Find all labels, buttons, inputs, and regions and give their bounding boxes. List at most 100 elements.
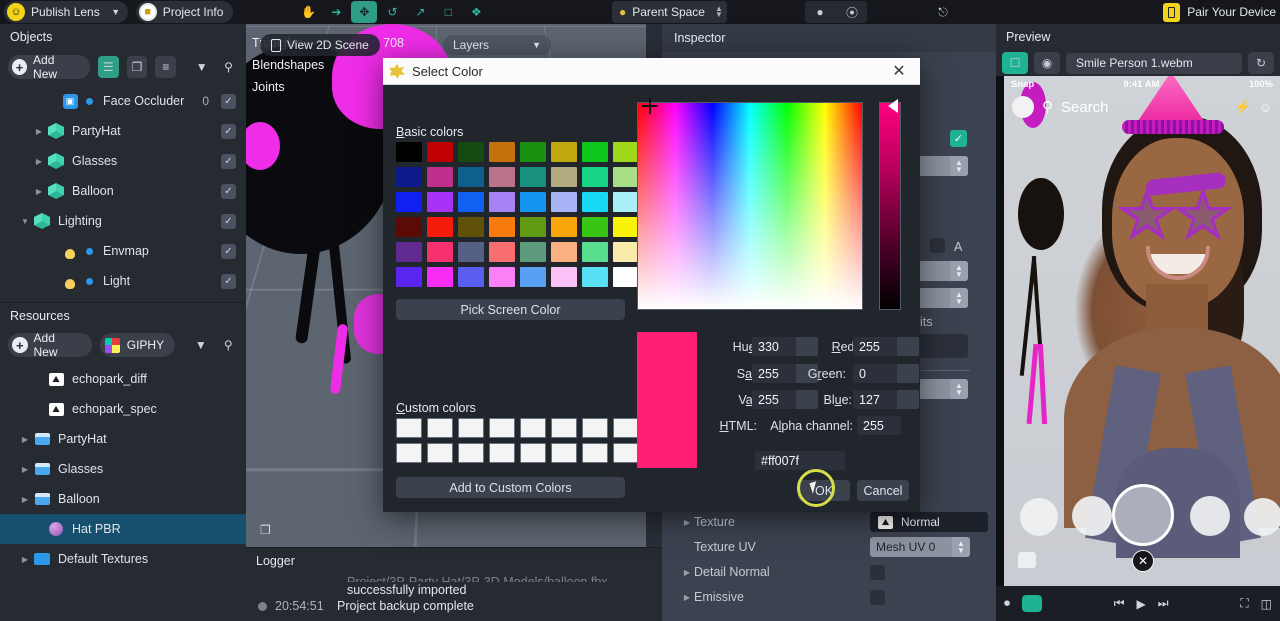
visibility-checkbox[interactable]: ✓	[221, 93, 236, 109]
basic-color-swatch[interactable]	[427, 192, 453, 212]
tree-row[interactable]: ▶Hat PBR	[0, 514, 246, 544]
basic-color-swatch[interactable]	[489, 192, 515, 212]
move-tool-icon[interactable]: ✥	[351, 1, 378, 23]
tree-row[interactable]: ▶ Balloon	[0, 484, 246, 514]
record-icon[interactable]: ⏺	[1004, 596, 1010, 611]
inspector-stepper-2[interactable]: ▲ ▼	[950, 261, 968, 281]
chat-icon[interactable]	[1018, 552, 1036, 568]
pair-device-button[interactable]: Pair Your Device	[1163, 1, 1276, 23]
basic-color-swatch[interactable]	[582, 217, 608, 237]
visibility-checkbox[interactable]: ✓	[221, 243, 236, 259]
add-to-custom-colors-button[interactable]: Add to Custom Colors	[396, 477, 625, 498]
tree-row[interactable]: ▶ PartyHat	[0, 424, 246, 454]
basic-color-swatch[interactable]	[458, 167, 484, 187]
custom-color-swatch[interactable]	[396, 443, 422, 463]
basic-color-swatch[interactable]	[582, 192, 608, 212]
capture-icon[interactable]	[1022, 595, 1043, 612]
custom-color-swatch[interactable]	[613, 418, 639, 438]
align-group-icon[interactable]: ⦿	[837, 1, 867, 23]
basic-color-swatch[interactable]	[427, 142, 453, 162]
inspector-stepper-4[interactable]: ▲ ▼	[950, 379, 968, 399]
custom-color-swatch[interactable]	[458, 418, 484, 438]
pick-screen-color-button[interactable]: Pick Screen Color	[396, 299, 625, 320]
expand-arrow-right-icon[interactable]: ▶	[32, 127, 46, 136]
basic-color-swatch[interactable]	[427, 242, 453, 262]
basic-color-swatch[interactable]	[489, 142, 515, 162]
basic-color-swatch[interactable]	[551, 192, 577, 212]
resources-filter-icon[interactable]: ▼	[191, 334, 210, 356]
objects-add-new-button[interactable]: + Add New	[8, 53, 90, 81]
basic-color-swatch[interactable]	[582, 167, 608, 187]
publish-lens-chevron-down-icon[interactable]: ▼	[106, 1, 126, 23]
hue-slider-handle[interactable]	[888, 99, 898, 113]
expand-arrow-right-icon[interactable]: ▶	[18, 555, 32, 564]
custom-color-swatch[interactable]	[396, 418, 422, 438]
basic-color-swatch[interactable]	[489, 167, 515, 187]
custom-color-swatch[interactable]	[427, 418, 453, 438]
objects-search-icon[interactable]: ⚲	[219, 56, 238, 78]
basic-color-swatch[interactable]	[613, 217, 639, 237]
texture-uv-stepper[interactable]: ▲ ▼	[952, 537, 970, 557]
preview-device-icon[interactable]: ☐	[1002, 52, 1028, 74]
visibility-checkbox[interactable]: ✓	[221, 273, 236, 289]
custom-color-swatch[interactable]	[458, 443, 484, 463]
expand-arrow-right-icon[interactable]: ▶	[18, 465, 32, 474]
inspector-checkbox[interactable]	[870, 565, 885, 580]
expand-arrow-right-icon[interactable]: ▶	[680, 568, 694, 577]
inspector-row[interactable]: ▶ Emissive	[662, 585, 996, 609]
giphy-button[interactable]: GIPHY	[99, 333, 176, 357]
basic-color-swatch[interactable]	[396, 242, 422, 262]
flash-off-icon[interactable]: ⚡	[1235, 99, 1251, 115]
select-tool-icon[interactable]: ➔	[323, 1, 349, 23]
parent-space-stepper[interactable]: ▲ ▼	[715, 5, 723, 19]
color-field-input[interactable]: 255	[752, 390, 796, 409]
basic-color-swatch[interactable]	[520, 167, 546, 187]
fullscreen-icon[interactable]: ⛶	[1240, 596, 1248, 611]
basic-color-swatch[interactable]	[489, 267, 515, 287]
basic-color-swatch[interactable]	[489, 242, 515, 262]
preview-stage[interactable]: Snap 9:41 AM 100% ⚲ Search ⚡ ☺ ✕ ⏺ ⏮ ▶ ⏭…	[996, 76, 1280, 621]
basic-color-swatch[interactable]	[396, 192, 422, 212]
resources-search-icon[interactable]: ⚲	[219, 334, 238, 356]
basic-color-swatch[interactable]	[458, 142, 484, 162]
scale-tool-icon[interactable]: ↗	[407, 1, 433, 23]
project-info-button[interactable]: ■ Project Info	[135, 1, 234, 23]
lens-explore-icon[interactable]: ☺	[1259, 100, 1272, 115]
cursor-mode-icon[interactable]: ⎋	[928, 1, 958, 23]
preview-camera-icon[interactable]: ◉	[1034, 52, 1060, 74]
next-frame-icon[interactable]: ⏭	[1158, 596, 1169, 611]
avatar[interactable]	[1012, 96, 1034, 118]
basic-color-swatch[interactable]	[551, 242, 577, 262]
basic-color-swatch[interactable]	[551, 142, 577, 162]
lens-thumb-1[interactable]	[1020, 498, 1058, 536]
preview-file-selector[interactable]: Smile Person 1.webm	[1066, 52, 1242, 74]
tree-row[interactable]: ▶Light✓	[0, 266, 246, 296]
color-field-stepper[interactable]	[897, 364, 919, 383]
layers-dropdown[interactable]: Layers ▼	[442, 34, 552, 56]
custom-color-swatch[interactable]	[582, 443, 608, 463]
shutter-button[interactable]	[1112, 484, 1174, 546]
play-icon[interactable]: ▶	[1137, 597, 1146, 611]
visibility-checkbox[interactable]: ✓	[221, 183, 236, 199]
basic-color-swatch[interactable]	[458, 267, 484, 287]
color-field-input[interactable]: 330	[752, 337, 796, 356]
texture-slot-button[interactable]: ⛰ Normal	[870, 512, 988, 532]
basic-color-swatch[interactable]	[458, 192, 484, 212]
custom-color-swatch[interactable]	[551, 443, 577, 463]
custom-color-swatch[interactable]	[427, 443, 453, 463]
preview-reload-icon[interactable]: ↻	[1248, 52, 1274, 74]
tree-row[interactable]: ▶ Glasses ✓	[0, 146, 246, 176]
color-field-input[interactable]: 127	[853, 390, 897, 409]
saturation-value-picker[interactable]	[637, 102, 863, 310]
custom-color-swatch[interactable]	[520, 443, 546, 463]
basic-color-swatch[interactable]	[396, 267, 422, 287]
objects-filter-icon[interactable]: ▼	[192, 56, 211, 78]
tree-row[interactable]: ▶ Default Textures	[0, 544, 246, 574]
expand-arrow-right-icon[interactable]: ▶	[18, 495, 32, 504]
basic-color-swatch[interactable]	[427, 167, 453, 187]
viewport-duplicate-icon[interactable]: ❐	[260, 523, 271, 537]
basic-color-swatch[interactable]	[520, 142, 546, 162]
close-lens-icon[interactable]: ✕	[1132, 550, 1154, 572]
layout-icon[interactable]: ◫	[1261, 597, 1272, 611]
hue-slider[interactable]	[879, 102, 901, 310]
